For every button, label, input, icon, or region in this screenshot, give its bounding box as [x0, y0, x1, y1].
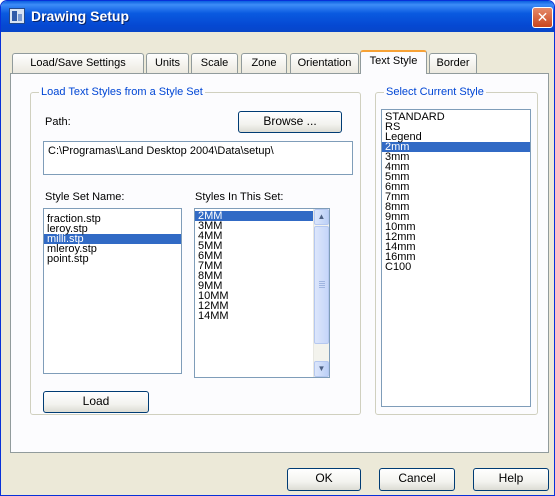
styles-in-this-set-label: Styles In This Set:	[195, 191, 284, 203]
tab-load-save-settings[interactable]: Load/Save Settings	[12, 53, 144, 73]
text-style-tab-panel: Load Text Styles from a Style Set Path: …	[10, 73, 549, 453]
tab-zone[interactable]: Zone	[241, 53, 287, 73]
load-button[interactable]: Load	[43, 391, 149, 413]
app-icon	[9, 8, 25, 24]
list-item[interactable]: 14MM	[195, 311, 313, 322]
scroll-up-button[interactable]: ▲	[314, 209, 329, 225]
window-title: Drawing Setup	[31, 8, 130, 24]
styles-in-set-listbox[interactable]: 2MM 3MM 4MM 5MM 6MM 7MM 8MM 9MM 10MM 12M…	[194, 208, 330, 378]
list-item[interactable]: point.stp	[44, 254, 181, 265]
ok-button[interactable]: OK	[287, 468, 361, 491]
list-item[interactable]	[195, 321, 313, 331]
tab-orientation[interactable]: Orientation	[290, 53, 359, 73]
scroll-thumb[interactable]	[314, 226, 329, 344]
style-set-name-label: Style Set Name:	[45, 191, 125, 203]
path-label: Path:	[45, 116, 71, 128]
tab-scale[interactable]: Scale	[191, 53, 238, 73]
grip-icon	[319, 281, 325, 289]
tab-text-style[interactable]: Text Style	[360, 50, 427, 74]
tab-units[interactable]: Units	[146, 53, 189, 73]
load-text-styles-group: Load Text Styles from a Style Set Path: …	[30, 86, 361, 415]
list-item[interactable]: C100	[382, 262, 530, 273]
select-current-style-group: Select Current Style STANDARD RS Legend …	[375, 86, 538, 415]
list-item[interactable]: STANDARD	[382, 112, 530, 123]
select-current-style-group-title: Select Current Style	[384, 86, 486, 99]
load-text-styles-group-title: Load Text Styles from a Style Set	[39, 86, 205, 99]
vertical-scrollbar[interactable]: ▲ ▼	[313, 209, 329, 377]
tab-border[interactable]: Border	[429, 53, 477, 73]
drawing-setup-dialog: Drawing Setup ✕ Load/Save Settings Units…	[0, 0, 555, 496]
styles-in-set-items: 2MM 3MM 4MM 5MM 6MM 7MM 8MM 9MM 10MM 12M…	[195, 211, 313, 331]
scroll-down-button[interactable]: ▼	[314, 361, 329, 377]
cancel-button[interactable]: Cancel	[379, 468, 455, 491]
browse-button[interactable]: Browse ...	[238, 111, 342, 133]
close-button[interactable]: ✕	[532, 7, 553, 28]
path-field[interactable]: C:\Programas\Land Desktop 2004\Data\setu…	[43, 141, 353, 175]
help-button[interactable]: Help	[473, 468, 549, 491]
current-style-listbox[interactable]: STANDARD RS Legend 2mm 3mm 4mm 5mm 6mm 7…	[381, 109, 531, 407]
title-bar[interactable]: Drawing Setup ✕	[1, 1, 554, 32]
style-set-listbox[interactable]: fraction.stp leroy.stp milli.stp mleroy.…	[43, 208, 182, 374]
